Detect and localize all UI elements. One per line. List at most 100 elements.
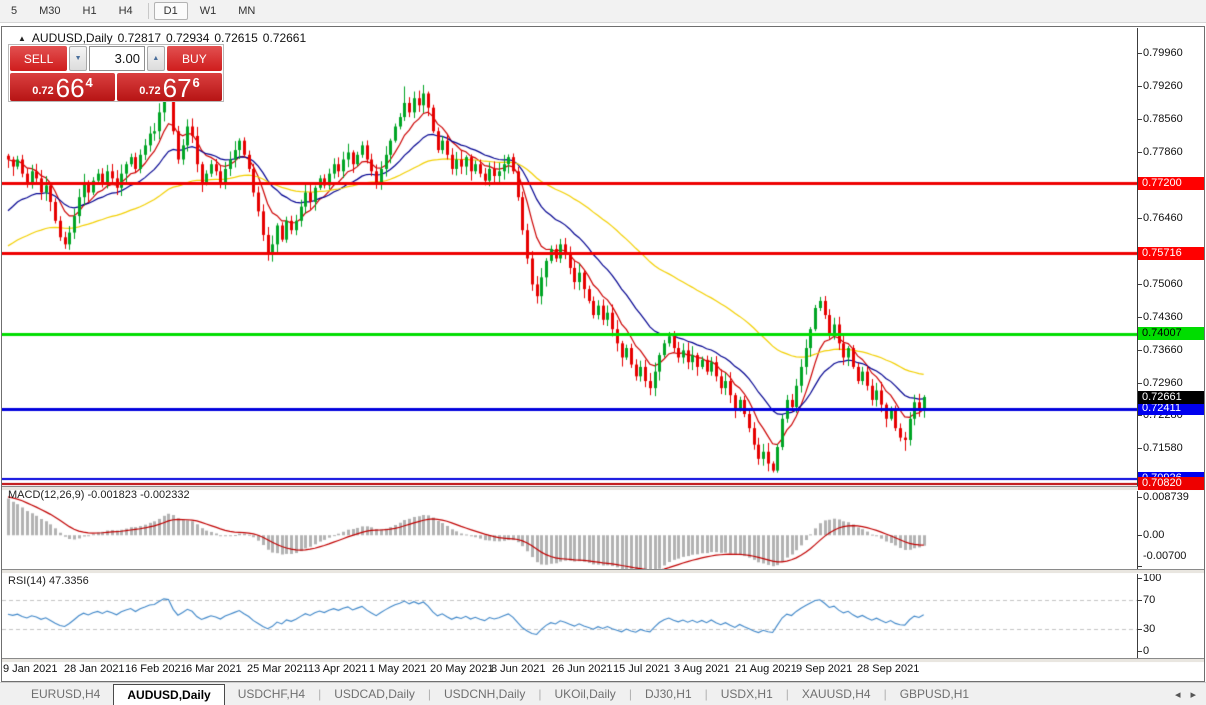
price-tick-mark xyxy=(1137,349,1142,351)
macd-tick-mark xyxy=(1137,496,1142,498)
ohlc-open: 0.72817 xyxy=(117,31,161,45)
rsi-tick-mark xyxy=(1137,599,1142,601)
date-label: 9 Sep 2021 xyxy=(796,663,853,675)
price-tick-label: 0.73660 xyxy=(1143,343,1183,356)
price-tick-label: 0.71580 xyxy=(1143,441,1183,454)
chart-tab-audusd[interactable]: AUDUSD,Daily xyxy=(113,684,225,705)
chart-tab-bar: EURUSD,H4 AUDUSD,Daily USDCHF,H4 | USDCAD,Da… xyxy=(0,682,1206,705)
date-label: 3 Aug 2021 xyxy=(674,663,730,675)
chart-tab-gbpusd[interactable]: GBPUSD,H1 xyxy=(887,683,982,705)
chart-tab-usdx[interactable]: USDX,H1 xyxy=(708,683,786,705)
timeframe-toolbar: 5 M30 H1 H4 D1 W1 MN xyxy=(0,0,1206,23)
price-tick-mark xyxy=(1137,283,1142,285)
date-label: 15 Jul 2021 xyxy=(613,663,670,675)
volume-input[interactable] xyxy=(88,46,145,71)
macd-tick-label: 0.00 xyxy=(1143,529,1165,542)
timeframe-button-5[interactable]: 5 xyxy=(1,2,27,20)
macd-tick-mark xyxy=(1137,566,1142,568)
date-label: 25 Mar 2021 xyxy=(247,663,309,675)
date-label: 6 Mar 2021 xyxy=(186,663,242,675)
date-label: 26 Jun 2021 xyxy=(552,663,613,675)
price-tick-mark xyxy=(1137,52,1142,54)
timeframe-button-w1[interactable]: W1 xyxy=(190,2,227,20)
rsi-indicator-chart[interactable] xyxy=(2,572,1137,658)
price-tick-mark xyxy=(1137,118,1142,120)
hline-price-label: 0.70820 xyxy=(1138,477,1204,491)
macd-label: MACD(12,26,9) -0.001823 -0.002332 xyxy=(8,489,190,501)
chart-tab-usdcad[interactable]: USDCAD,Daily xyxy=(321,683,428,705)
buy-price-prefix: 0.72 xyxy=(139,85,161,97)
price-tick-label: 0.77860 xyxy=(1143,145,1183,158)
spinner-down-icon: ▼ xyxy=(74,55,82,62)
volume-increase-button[interactable]: ▲ xyxy=(146,46,165,71)
price-tick-label: 0.79260 xyxy=(1143,79,1183,92)
timeframe-button-m30[interactable]: M30 xyxy=(29,2,70,20)
date-label: 28 Jan 2021 xyxy=(64,663,125,675)
price-tick-label: 0.75060 xyxy=(1143,277,1183,290)
date-label: 20 May 2021 xyxy=(430,663,494,675)
buy-button[interactable]: BUY xyxy=(166,46,222,71)
tab-scroll-right-icon[interactable]: ▸ xyxy=(1190,688,1196,701)
price-axis-line xyxy=(1137,28,1138,658)
sell-price-prefix: 0.72 xyxy=(32,85,54,97)
date-label: 9 Jan 2021 xyxy=(3,663,58,675)
date-label: 13 Apr 2021 xyxy=(308,663,368,675)
price-tick-mark xyxy=(1137,151,1142,153)
macd-tick-label: -0.00700 xyxy=(1143,550,1187,562)
macd-values: -0.001823 -0.002332 xyxy=(87,489,190,501)
rsi-tick-mark xyxy=(1137,650,1142,652)
hline-price-label: 0.72411 xyxy=(1138,402,1204,416)
rsi-tick-label: 30 xyxy=(1143,622,1156,635)
buy-price-display[interactable]: 0.72 67 6 xyxy=(117,73,222,101)
price-tick-label: 0.74360 xyxy=(1143,310,1183,323)
date-label: 8 Jun 2021 xyxy=(491,663,546,675)
chart-title: ▲ AUDUSD,Daily 0.72817 0.72934 0.72615 0.7266… xyxy=(18,31,311,45)
rsi-label: RSI(14) 47.3356 xyxy=(8,575,89,587)
date-label: 1 May 2021 xyxy=(369,663,427,675)
timeframe-button-mn[interactable]: MN xyxy=(228,2,265,20)
price-tick-label: 0.78560 xyxy=(1143,112,1183,125)
hline-price-label: 0.74007 xyxy=(1138,327,1204,341)
rsi-tick-label: 70 xyxy=(1143,593,1156,606)
rsi-tick-mark xyxy=(1137,577,1142,579)
chart-tab-xauusd[interactable]: XAUUSD,H4 xyxy=(789,683,884,705)
rsi-name: RSI(14) xyxy=(8,575,46,587)
sell-price-display[interactable]: 0.72 66 4 xyxy=(10,73,115,101)
price-tick-mark xyxy=(1137,85,1142,87)
chart-tab-ukoil[interactable]: UKOil,Daily xyxy=(541,683,628,705)
timeframe-button-h4[interactable]: H4 xyxy=(109,2,143,20)
timeframe-button-d1[interactable]: D1 xyxy=(153,2,188,20)
spinner-up-icon: ▲ xyxy=(152,55,160,62)
one-click-trading-panel: SELL ▼ ▲ BUY 0.72 66 4 0.72 67 6 xyxy=(8,44,224,102)
date-label: 28 Sep 2021 xyxy=(857,663,920,675)
rsi-tick-label: 0 xyxy=(1143,644,1150,657)
macd-indicator-chart[interactable] xyxy=(2,489,1137,569)
macd-tick-label: 0.008739 xyxy=(1143,490,1189,503)
buy-price-big: 67 xyxy=(162,73,192,103)
ohlc-low: 0.72615 xyxy=(214,31,258,45)
timeframe-button-h1[interactable]: H1 xyxy=(73,2,107,20)
date-label: 21 Aug 2021 xyxy=(735,663,797,675)
price-tick-label: 0.72960 xyxy=(1143,376,1183,389)
collapse-panel-icon[interactable]: ▲ xyxy=(18,34,26,43)
volume-decrease-button[interactable]: ▼ xyxy=(69,46,87,71)
chart-tab-eurusd[interactable]: EURUSD,H4 xyxy=(18,683,113,705)
rsi-tick-mark xyxy=(1137,628,1142,630)
chart-tab-dj30[interactable]: DJ30,H1 xyxy=(632,683,705,705)
buy-price-pip: 6 xyxy=(192,75,200,90)
chart-symbol-period: AUDUSD,Daily xyxy=(31,31,113,45)
tab-scroll-left-icon[interactable]: ◂ xyxy=(1175,688,1181,701)
price-tick-mark xyxy=(1137,217,1142,219)
sell-button[interactable]: SELL xyxy=(10,46,68,71)
chart-tab-usdcnh[interactable]: USDCNH,Daily xyxy=(431,683,538,705)
trading-terminal-window: 5 M30 H1 H4 D1 W1 MN ▲ AUDUSD,Daily 0.72817 0.729… xyxy=(0,0,1206,705)
date-axis-separator xyxy=(2,658,1204,663)
chart-tab-usdchf[interactable]: USDCHF,H4 xyxy=(225,683,318,705)
date-label: 16 Feb 2021 xyxy=(125,663,187,675)
toolbar-separator xyxy=(147,3,149,19)
ohlc-close: 0.72661 xyxy=(262,31,307,45)
hline-price-label: 0.77200 xyxy=(1138,176,1204,190)
price-tick-mark xyxy=(1137,447,1142,449)
current-price-label: 0.72661 xyxy=(1138,390,1204,404)
rsi-panel-separator[interactable] xyxy=(2,569,1204,574)
